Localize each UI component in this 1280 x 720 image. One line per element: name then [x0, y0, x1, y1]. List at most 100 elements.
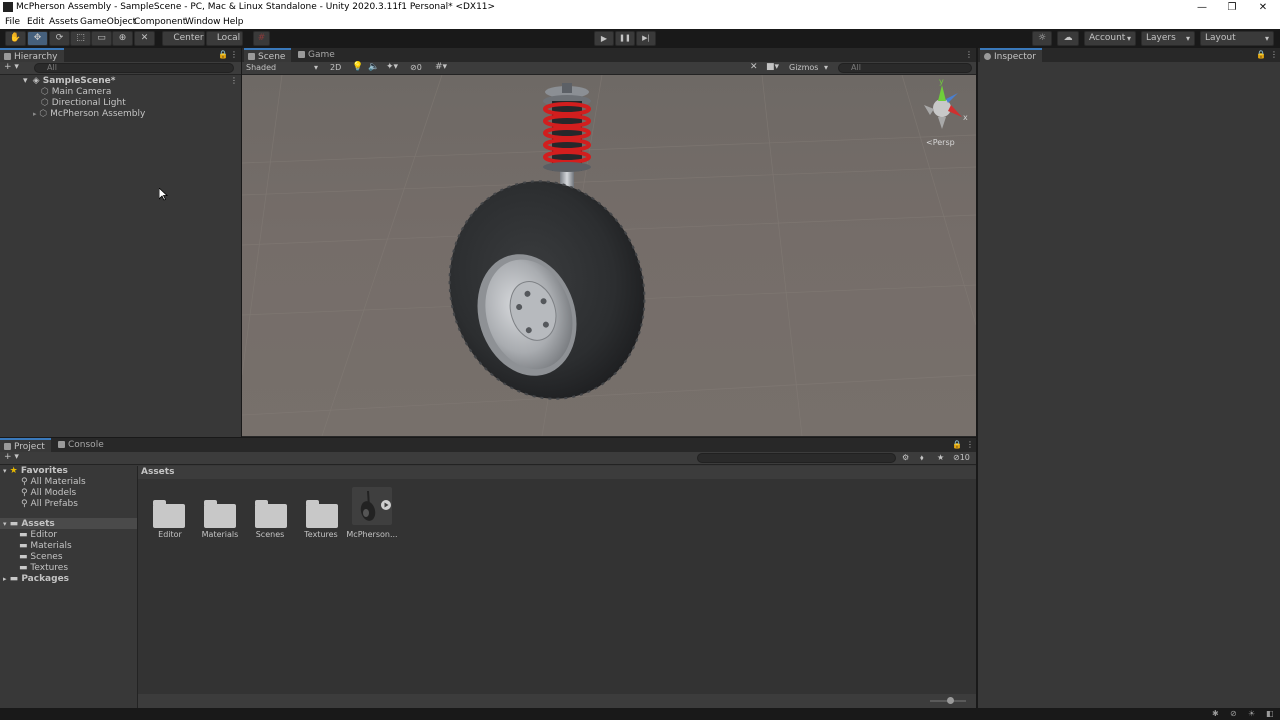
tab-hierarchy[interactable]: Hierarchy: [0, 48, 64, 62]
2d-toggle[interactable]: 2D: [330, 63, 341, 72]
pause-button[interactable]: ❚❚: [615, 31, 635, 46]
tab-inspector[interactable]: Inspector: [980, 48, 1042, 62]
collab-button[interactable]: ☼: [1032, 31, 1052, 46]
project-kebab-icon[interactable]: ⋮: [966, 440, 974, 449]
hierarchy-search-input[interactable]: All: [34, 63, 234, 73]
lighting-toggle-icon[interactable]: 💡: [352, 62, 363, 72]
scale-icon: ⬚: [76, 33, 85, 43]
project-lock-icon[interactable]: 🔒: [952, 440, 962, 449]
favorite-star-icon[interactable]: ★: [937, 453, 944, 462]
notifications-icon[interactable]: ◧: [1266, 709, 1274, 718]
gizmos-dropdown[interactable]: Gizmos: [786, 62, 832, 74]
inspector-kebab-icon[interactable]: ⋮: [1270, 50, 1278, 59]
scene-kebab-icon[interactable]: ⋮: [965, 50, 973, 59]
favorites-section[interactable]: ▾ ★ Favorites: [3, 466, 68, 476]
create-asset-button[interactable]: + ▾: [4, 452, 19, 462]
move-tool-button[interactable]: ✥: [27, 31, 48, 46]
list-icon: [4, 53, 11, 60]
rotate-tool-button[interactable]: ⟳: [49, 31, 70, 46]
custom-tool-button[interactable]: ✕: [134, 31, 155, 46]
scene-viewport[interactable]: y x <Persp: [242, 75, 976, 436]
favorite-all-prefabs[interactable]: ⚲ All Prefabs: [21, 499, 78, 509]
folder-textures[interactable]: ▬ Textures: [19, 563, 68, 573]
auto-generate-lighting-icon[interactable]: ☀: [1248, 709, 1255, 718]
scene-tab-icon: [248, 53, 255, 60]
add-object-button[interactable]: + ▾: [4, 62, 19, 72]
tools-toggle-icon[interactable]: ✕: [750, 62, 758, 72]
pivot-space-button[interactable]: Local: [206, 31, 243, 46]
cache-server-icon[interactable]: ⊘: [1230, 709, 1237, 718]
cloud-button[interactable]: ☁: [1057, 31, 1079, 46]
scene-tabbar: Scene Game ⋮: [242, 48, 976, 62]
grid-toggle-icon[interactable]: #▾: [435, 62, 447, 72]
menu-assets[interactable]: Assets: [49, 17, 78, 27]
menu-help[interactable]: Help: [223, 17, 244, 27]
shading-mode-dropdown[interactable]: Shaded: [244, 62, 322, 74]
info-icon: [984, 53, 991, 60]
folder-label: Materials: [30, 541, 72, 551]
cloud-icon: ☁: [1063, 33, 1073, 43]
project-search-input[interactable]: [697, 453, 896, 463]
tab-game[interactable]: Game: [294, 48, 341, 62]
tab-console[interactable]: Console: [54, 438, 110, 452]
hidden-packages-toggle[interactable]: ⊘10: [953, 453, 970, 462]
project-assets-view: Assets Editor Materials Scenes Textures: [138, 466, 976, 708]
audio-toggle-icon[interactable]: 🔈: [368, 62, 379, 72]
account-dropdown[interactable]: Account: [1084, 31, 1136, 46]
bug-report-icon[interactable]: ✱: [1212, 709, 1219, 718]
hierarchy-item-directional-light[interactable]: ⬡ Directional Light: [41, 98, 126, 108]
folder-materials[interactable]: ▬ Materials: [19, 541, 72, 551]
scale-tool-button[interactable]: ⬚: [70, 31, 91, 46]
menu-gameobject[interactable]: GameObject: [80, 17, 136, 27]
grid-icon: #: [257, 33, 266, 43]
hidden-objects-toggle[interactable]: ⊘0: [410, 63, 422, 72]
step-button[interactable]: ▶|: [636, 31, 656, 46]
menu-component[interactable]: Component: [134, 17, 186, 27]
rect-tool-button[interactable]: ▭: [91, 31, 112, 46]
effects-toggle-icon[interactable]: ✦▾: [386, 62, 398, 72]
camera-settings-icon[interactable]: ■▾: [766, 62, 779, 72]
search-by-label-icon[interactable]: ⬧: [920, 453, 924, 463]
play-button[interactable]: ▶: [594, 31, 614, 46]
tab-scene[interactable]: Scene: [244, 48, 292, 62]
hand-tool-button[interactable]: ✋: [5, 31, 26, 46]
inspector-lock-icon[interactable]: 🔒: [1256, 50, 1266, 59]
scene-search-input[interactable]: All: [838, 63, 972, 73]
scene-root-item[interactable]: ▾ ◈ SampleScene*: [23, 76, 115, 86]
lock-icon[interactable]: 🔒: [218, 50, 228, 59]
hierarchy-item-main-camera[interactable]: ⬡ Main Camera: [41, 87, 111, 97]
grid-snap-button[interactable]: #: [253, 31, 270, 46]
tab-project[interactable]: Project: [0, 438, 51, 452]
close-button[interactable]: ✕: [1246, 0, 1280, 15]
zoom-slider-handle[interactable]: [947, 697, 954, 704]
layers-dropdown[interactable]: Layers: [1141, 31, 1195, 46]
folder-editor[interactable]: ▬ Editor: [19, 530, 57, 540]
hierarchy-item-label: McPherson Assembly: [50, 109, 146, 119]
gizmos-label: Gizmos: [789, 63, 819, 72]
menu-window[interactable]: Window: [185, 17, 221, 27]
breadcrumb[interactable]: Assets: [141, 467, 174, 477]
packages-folder-item[interactable]: ▸ ▬ Packages: [3, 574, 69, 584]
hierarchy-item-mcpherson-assembly[interactable]: ▸ ⬡ McPherson Assembly: [33, 109, 145, 119]
menu-file[interactable]: File: [5, 17, 20, 27]
search-by-type-icon[interactable]: ⚙: [902, 453, 909, 462]
favorite-all-models[interactable]: ⚲ All Models: [21, 488, 76, 498]
menu-edit[interactable]: Edit: [27, 17, 44, 27]
pivot-mode-button[interactable]: Center: [162, 31, 205, 46]
transform-tool-button[interactable]: ⊕: [112, 31, 133, 46]
assets-folder-item[interactable]: ▾ ▬ Assets: [3, 519, 55, 529]
restore-button[interactable]: ❐: [1215, 0, 1249, 15]
kebab-menu-icon[interactable]: ⋮: [230, 50, 238, 59]
layout-dropdown[interactable]: Layout: [1200, 31, 1274, 46]
folder-scenes[interactable]: ▬ Scenes: [19, 552, 63, 562]
minimize-button[interactable]: —: [1185, 0, 1219, 15]
gameobject-cube-icon: ⬡: [41, 98, 49, 108]
favorite-label: All Models: [30, 488, 77, 498]
asset-model-mcpherson[interactable]: [352, 487, 392, 525]
projection-label[interactable]: <Persp: [926, 138, 955, 147]
orientation-gizmo[interactable]: y x: [924, 77, 968, 129]
favorite-all-materials[interactable]: ⚲ All Materials: [21, 477, 86, 487]
scene-menu-icon[interactable]: ⋮: [230, 76, 238, 85]
unity-logo-icon: [3, 2, 13, 12]
hierarchy-toolbar: + ▾ All: [0, 62, 241, 75]
